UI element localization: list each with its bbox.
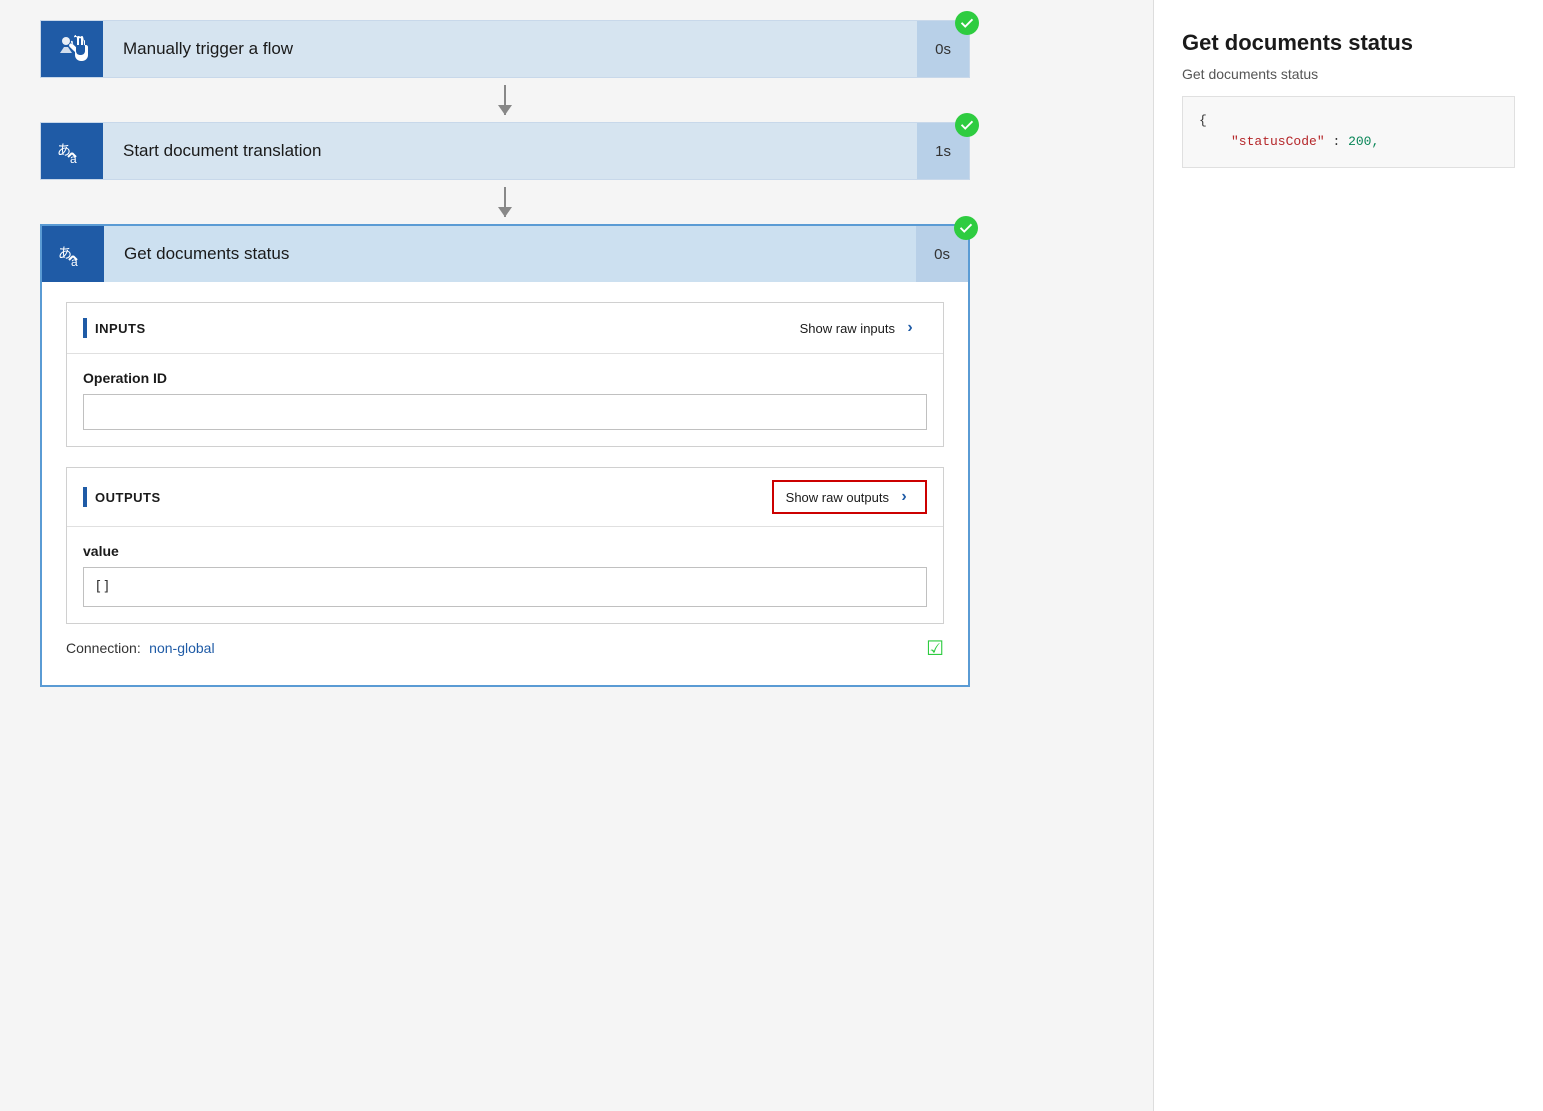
show-raw-inputs-label: Show raw inputs [800, 321, 895, 336]
trigger-step: Manually trigger a flow 0s [40, 20, 970, 78]
inputs-header-left: INPUTS [83, 318, 146, 338]
show-raw-outputs-chevron: › [895, 488, 913, 506]
outputs-header-left: OUTPUTS [83, 487, 161, 507]
arrow-line-2 [504, 187, 506, 217]
inputs-section-body: Operation ID [67, 354, 943, 446]
connection-info: Connection: non-global [66, 640, 215, 658]
outputs-section-header: OUTPUTS Show raw outputs › [67, 468, 943, 527]
trigger-step-icon [41, 21, 103, 77]
connection-label: Connection: [66, 640, 141, 656]
trigger-step-label: Manually trigger a flow [103, 21, 917, 77]
inputs-section-header: INPUTS Show raw inputs › [67, 303, 943, 354]
right-panel-subtitle: Get documents status [1182, 66, 1515, 82]
right-panel-code: { "statusCode" : 200, [1182, 96, 1515, 168]
show-raw-outputs-button[interactable]: Show raw outputs › [772, 480, 927, 514]
code-colon: : [1332, 134, 1340, 149]
code-open-brace: { [1199, 113, 1207, 128]
status-step-header: あ a Get documents status 0s [42, 226, 968, 282]
outputs-section: OUTPUTS Show raw outputs › value [] [66, 467, 944, 624]
show-raw-inputs-chevron: › [901, 319, 919, 337]
value-content: [] [83, 567, 927, 607]
arrow-2 [40, 180, 970, 224]
outputs-title: OUTPUTS [95, 490, 161, 505]
status-step-icon: あ a [42, 226, 104, 282]
translate-step: あ a Start document translation 1s [40, 122, 970, 180]
outputs-section-body: value [] [67, 527, 943, 623]
status-step-body: INPUTS Show raw inputs › Operation ID [42, 302, 968, 685]
value-label: value [83, 543, 927, 559]
arrow-1 [40, 78, 970, 122]
translate-step-label: Start document translation [103, 123, 917, 179]
arrow-line-1 [504, 85, 506, 115]
inputs-title: INPUTS [95, 321, 146, 336]
inputs-section-bar [83, 318, 87, 338]
trigger-step-badge [955, 11, 979, 35]
status-step-badge [954, 216, 978, 240]
show-raw-inputs-button[interactable]: Show raw inputs › [792, 315, 927, 341]
connection-check-icon: ☑ [926, 636, 944, 661]
connection-link[interactable]: non-global [149, 640, 214, 656]
right-panel: Get documents status Get documents statu… [1153, 0, 1543, 1111]
outputs-section-bar [83, 487, 87, 507]
status-step-label: Get documents status [104, 226, 916, 282]
operation-id-input[interactable] [83, 394, 927, 430]
show-raw-outputs-label: Show raw outputs [786, 490, 889, 505]
code-status-value: 200, [1348, 134, 1379, 149]
connection-row: Connection: non-global ☑ [66, 624, 944, 661]
operation-id-label: Operation ID [83, 370, 927, 386]
translate-step-icon: あ a [41, 123, 103, 179]
translate-step-badge [955, 113, 979, 137]
code-status-key: "statusCode" [1231, 134, 1325, 149]
inputs-section: INPUTS Show raw inputs › Operation ID [66, 302, 944, 447]
status-step-expanded: あ a Get documents status 0s INPUTS [40, 224, 970, 687]
right-panel-title: Get documents status [1182, 30, 1515, 56]
